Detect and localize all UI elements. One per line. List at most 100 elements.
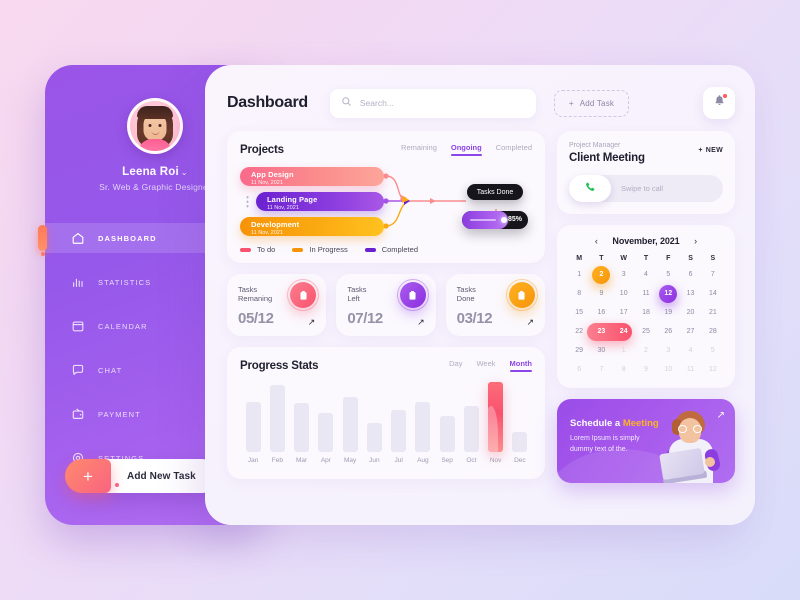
stat-card-tasks-left[interactable]: Tasks Left 07/12 ↗ [336,274,436,336]
calendar-day[interactable]: 2 [590,265,612,284]
new-meeting-button[interactable]: + NEW [698,147,723,154]
chevron-down-icon[interactable]: ⌄ [181,168,188,177]
calendar-day[interactable]: 7 [590,360,612,379]
bar[interactable] [488,382,504,452]
bar[interactable] [512,432,528,452]
person-with-laptop-illustration [659,409,722,483]
calendar-day[interactable]: 13 [679,284,701,303]
stat-card-tasks-remaining[interactable]: Tasks Remaning 05/12 ↗ [227,274,327,336]
calendar-day[interactable]: 9 [590,284,612,303]
swipe-knob[interactable] [569,175,611,202]
calendar-day[interactable]: 14 [702,284,724,303]
project-bar[interactable]: Development 11 Nov, 2021 [240,217,384,236]
calendar-day[interactable]: 18 [635,303,657,322]
calendar-day[interactable]: 1 [613,341,635,360]
calendar-day[interactable]: 10 [657,360,679,379]
next-month-button[interactable]: › [690,236,702,246]
calendar-weekday: T [599,255,604,262]
add-task-button[interactable]: + Add Task [553,89,630,117]
bar[interactable] [245,402,261,452]
progress-stats-card: Progress Stats Day Week Month Jan Feb Mar A… [227,347,545,479]
bar[interactable] [342,397,358,452]
bar[interactable] [391,410,407,452]
schedule-meeting-promo[interactable]: Schedule a Meeting Lorem Ipsum is simply… [557,399,735,483]
swipe-to-call-slider[interactable]: Swipe to call [569,175,723,202]
bar-label: Feb [271,457,283,464]
calendar-day[interactable]: 3 [613,265,635,284]
calendar-day[interactable]: 12 [657,284,679,303]
calendar-day[interactable]: 23 [590,322,612,341]
sidebar-item-label: DASHBOARD [98,233,157,243]
calendar-day[interactable]: 11 [635,284,657,303]
tab-week[interactable]: Week [476,359,495,372]
calendar-day[interactable]: 27 [679,322,701,341]
project-bar[interactable]: App Design 11 Nov, 2021 [240,167,384,186]
projects-card: Projects Remaining Ongoing Completed App… [227,131,545,263]
calendar-day[interactable]: 17 [613,303,635,322]
calendar-day[interactable]: 12 [702,360,724,379]
calendar-day[interactable]: 5 [657,265,679,284]
calendar-day[interactable]: 21 [702,303,724,322]
calendar-day[interactable]: 22 [568,322,590,341]
calendar-day[interactable]: 4 [679,341,701,360]
tab-remaining[interactable]: Remaining [401,143,437,156]
stat-card-tasks-done[interactable]: Tasks Done 03/12 ↗ [445,274,545,336]
sidebar-item-label: PAYMENT [98,409,141,419]
bar-label: Sep [441,457,453,464]
drag-handle-icon[interactable] [246,195,249,208]
search-input[interactable] [359,98,525,108]
calendar-day[interactable]: 9 [635,360,657,379]
notification-bell-button[interactable] [703,87,735,119]
bar[interactable] [439,416,455,452]
calendar-day[interactable]: 1 [568,265,590,284]
bar-column [314,382,338,452]
calendar-day[interactable]: 2 [635,341,657,360]
calendar-day[interactable]: 15 [568,303,590,322]
calendar-day[interactable]: 6 [679,265,701,284]
bar[interactable] [318,413,334,452]
projects-title: Projects [240,143,284,156]
calendar-day[interactable]: 25 [635,322,657,341]
calendar-day[interactable]: 6 [568,360,590,379]
add-new-task-button[interactable]: + Add New Task [65,459,219,493]
calendar-day[interactable]: 24 [613,322,635,341]
bar[interactable] [294,403,310,452]
trend-arrow-icon[interactable]: ↗ [526,317,534,328]
new-meeting-label: NEW [705,147,723,154]
search-box[interactable] [329,88,536,118]
tab-completed[interactable]: Completed [496,143,532,156]
avatar[interactable] [127,98,183,154]
project-name: Development [251,219,300,229]
calendar-day[interactable]: 5 [702,341,724,360]
tab-month[interactable]: Month [509,359,532,372]
calendar-day[interactable]: 10 [613,284,635,303]
bar[interactable] [269,385,285,452]
bar[interactable] [415,402,431,452]
calendar-day[interactable]: 26 [657,322,679,341]
tab-day[interactable]: Day [449,359,462,372]
calendar-day[interactable]: 19 [657,303,679,322]
slider-knob[interactable] [501,217,507,223]
trend-arrow-icon[interactable]: ↗ [417,317,425,328]
calendar-day[interactable]: 30 [590,341,612,360]
calendar-day[interactable]: 20 [679,303,701,322]
promo-title: Schedule a Meeting [570,418,659,429]
bar[interactable] [366,423,382,452]
project-bar[interactable]: Landing Page 11 Nov, 2021 [256,192,384,211]
tab-ongoing[interactable]: Ongoing [450,143,482,156]
calendar-day[interactable]: 4 [635,265,657,284]
calendar-day[interactable]: 3 [657,341,679,360]
bar[interactable] [463,406,479,452]
calendar-day[interactable]: 16 [590,303,612,322]
calendar-day[interactable]: 11 [679,360,701,379]
calendar-day[interactable]: 28 [702,322,724,341]
calendar-day[interactable]: 8 [613,360,635,379]
calendar-day[interactable]: 8 [568,284,590,303]
progress-slider[interactable]: 85% [462,211,528,229]
legend-item: Completed [364,245,418,254]
prev-month-button[interactable]: ‹ [590,236,602,246]
calendar-day[interactable]: 29 [568,341,590,360]
trend-arrow-icon[interactable]: ↗ [308,317,316,328]
chart-range-tabs: Day Week Month [449,359,532,372]
calendar-day[interactable]: 7 [702,265,724,284]
